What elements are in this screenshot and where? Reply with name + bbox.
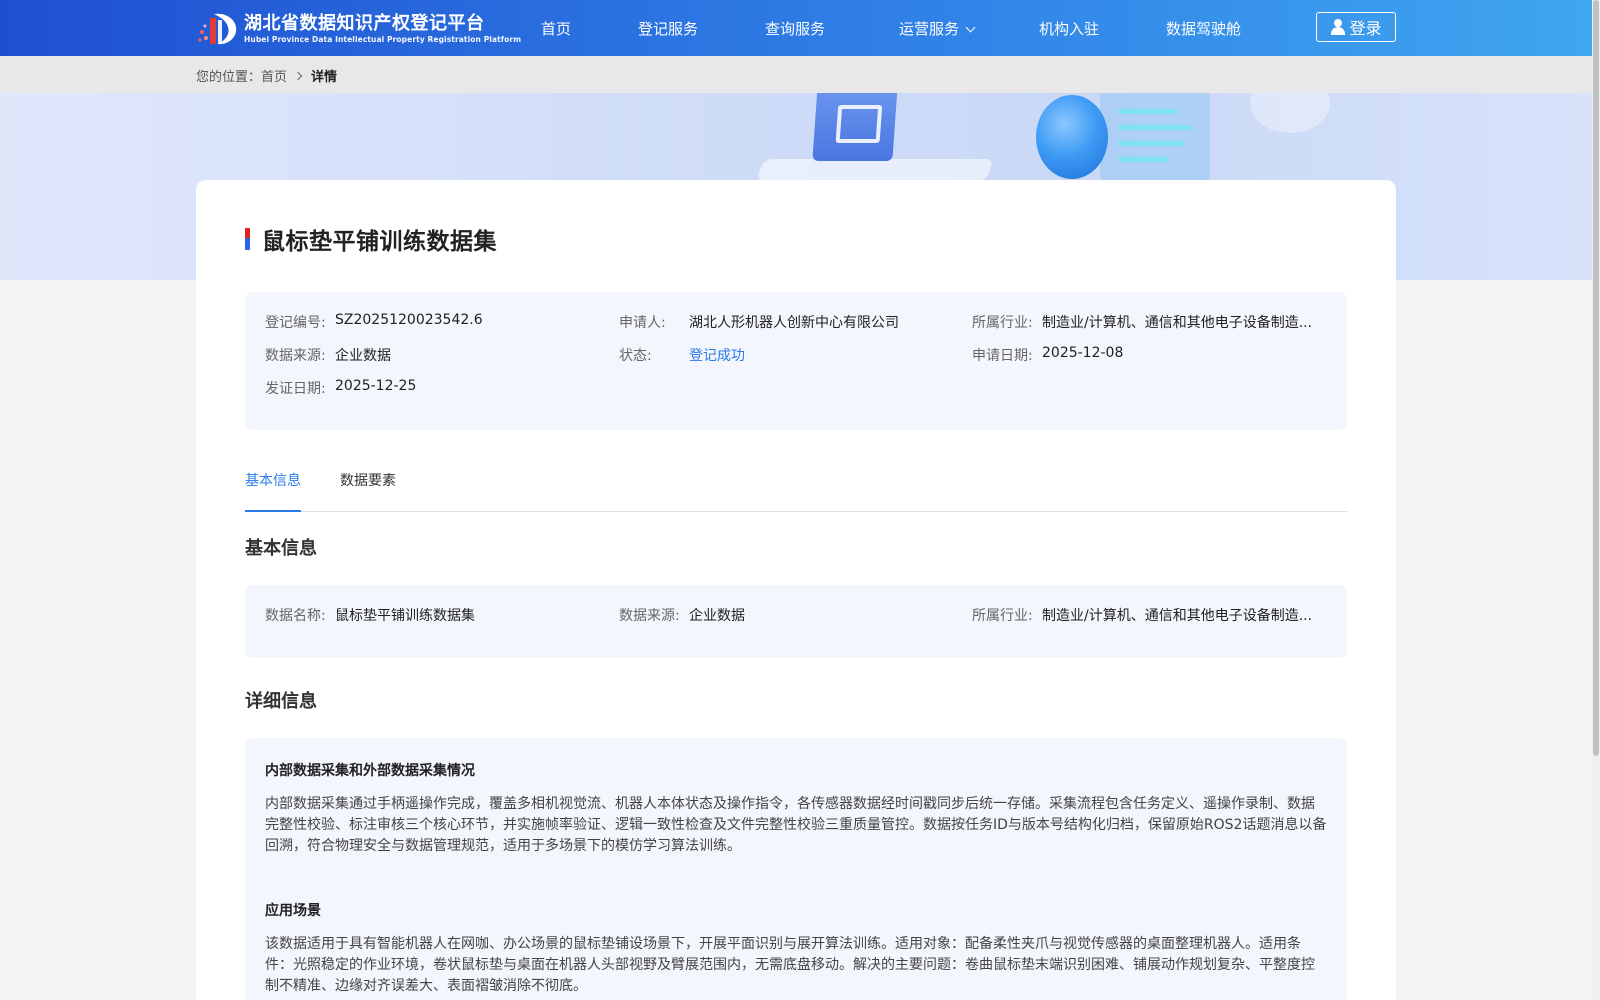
collection-paragraph: 内部数据采集通过手柄遥操作完成，覆盖多相机视觉流、机器人本体状态及操作指令，各传…: [265, 796, 1327, 854]
detail-tabs: 基本信息 数据要素: [245, 470, 1347, 512]
basic-source-field: 数据来源: 企业数据: [619, 605, 745, 625]
data-name-value: 鼠标垫平铺训练数据集: [335, 608, 475, 624]
basic-industry-field: 所属行业: 制造业/计算机、通信和其他电子设备制造...: [972, 605, 1314, 625]
data-name-field: 数据名称: 鼠标垫平铺训练数据集: [265, 605, 475, 625]
source-label: 数据来源:: [265, 348, 326, 364]
source-value: 企业数据: [335, 348, 391, 364]
chevron-right-icon: [293, 71, 303, 80]
applicant-value: 湖北人形机器人创新中心有限公司: [689, 315, 899, 331]
issue-date-label: 发证日期:: [265, 381, 326, 397]
reg-no-field: 登记编号: SZ2025120023542.6: [265, 312, 483, 332]
status-badge: 登记成功: [689, 348, 745, 364]
breadcrumb-current: 详情: [311, 70, 338, 85]
top-header: 湖北省数据知识产权登记平台 Hubei Province Data Intell…: [0, 0, 1592, 56]
login-button[interactable]: 登录: [1316, 12, 1396, 42]
title-row: 鼠标垫平铺训练数据集: [245, 222, 497, 256]
user-icon: [1330, 19, 1346, 35]
industry-value: 制造业/计算机、通信和其他电子设备制造...: [1042, 315, 1313, 331]
apply-date-field: 申请日期: 2025-12-08: [972, 345, 1123, 365]
banner-platform-graphic: [755, 159, 995, 181]
breadcrumb: 您的位置： 首页 详情: [196, 66, 337, 85]
scenario-paragraph: 该数据适用于具有智能机器人在网咖、办公场景的鼠标垫铺设场景下，开展平面识别与展开…: [265, 936, 1315, 994]
summary-panel: 登记编号: SZ2025120023542.6 申请人: 湖北人形机器人创新中心…: [245, 292, 1347, 430]
breadcrumb-bar: 您的位置： 首页 详情: [0, 56, 1592, 93]
scenario-heading: 应用场景: [265, 903, 321, 919]
page-title: 鼠标垫平铺训练数据集: [262, 229, 497, 255]
chevron-down-icon: [965, 22, 976, 33]
basic-info-panel: 数据名称: 鼠标垫平铺训练数据集 数据来源: 企业数据 所属行业: 制造业/计算…: [245, 585, 1347, 658]
nav-operation-service-label: 运营服务: [899, 20, 960, 38]
logo-title-en: Hubei Province Data Intellectual Propert…: [244, 35, 522, 44]
apply-date-value: 2025-12-08: [1042, 345, 1124, 361]
apply-date-label: 申请日期:: [972, 348, 1033, 364]
basic-industry-label: 所属行业:: [972, 608, 1033, 624]
industry-field: 所属行业: 制造业/计算机、通信和其他电子设备制造...: [972, 312, 1314, 332]
page-scrollbar[interactable]: [1592, 0, 1600, 1000]
industry-label: 所属行业:: [972, 315, 1033, 331]
nav-registration-service[interactable]: 登记服务: [638, 18, 698, 39]
collection-heading: 内部数据采集和外部数据采集情况: [265, 763, 475, 779]
applicant-field: 申请人: 湖北人形机器人创新中心有限公司: [619, 312, 899, 332]
title-marker-icon: [245, 228, 250, 250]
logo-text: 湖北省数据知识产权登记平台 Hubei Province Data Intell…: [244, 13, 521, 45]
logo-title-cn: 湖北省数据知识产权登记平台: [244, 13, 485, 34]
login-label: 登录: [1349, 19, 1382, 38]
breadcrumb-prefix: 您的位置：: [196, 70, 262, 85]
detailed-info-heading: 详细信息: [245, 691, 317, 712]
basic-source-value: 企业数据: [689, 608, 745, 624]
banner-glow-graphic: [1250, 93, 1330, 133]
banner-document-graphic: [1100, 93, 1210, 181]
scrollbar-thumb[interactable]: [1593, 0, 1599, 756]
nav-query-service[interactable]: 查询服务: [765, 18, 825, 39]
detail-card: 鼠标垫平铺训练数据集 登记编号: SZ2025120023542.6 申请人: …: [196, 180, 1396, 1000]
breadcrumb-home-link[interactable]: 首页: [261, 66, 287, 85]
nav-data-cockpit[interactable]: 数据驾驶舱: [1166, 18, 1241, 39]
logo-emblem-icon: [196, 10, 242, 48]
source-field: 数据来源: 企业数据: [265, 345, 391, 365]
tab-data-elements[interactable]: 数据要素: [340, 470, 396, 512]
nav-institution-join[interactable]: 机构入驻: [1039, 18, 1099, 39]
data-name-label: 数据名称:: [265, 608, 326, 624]
reg-no-value: SZ2025120023542.6: [335, 312, 483, 328]
basic-industry-value: 制造业/计算机、通信和其他电子设备制造...: [1042, 608, 1313, 624]
image-icon: [812, 93, 898, 161]
issue-date-value: 2025-12-25: [335, 378, 417, 394]
platform-logo[interactable]: 湖北省数据知识产权登记平台 Hubei Province Data Intell…: [196, 10, 521, 48]
basic-info-heading: 基本信息: [245, 538, 317, 559]
tab-basic-info[interactable]: 基本信息: [245, 470, 301, 512]
basic-source-label: 数据来源:: [619, 608, 680, 624]
banner-sphere-graphic: [1036, 95, 1108, 179]
status-label: 状态:: [619, 348, 652, 364]
nav-home[interactable]: 首页: [541, 18, 571, 39]
applicant-label: 申请人:: [619, 315, 666, 331]
issue-date-field: 发证日期: 2025-12-25: [265, 378, 416, 398]
detailed-info-panel: 内部数据采集和外部数据采集情况 内部数据采集通过手柄遥操作完成，覆盖多相机视觉流…: [245, 738, 1347, 1000]
status-field: 状态: 登记成功: [619, 345, 745, 365]
reg-no-label: 登记编号:: [265, 315, 326, 331]
nav-operation-service[interactable]: 运营服务: [899, 18, 976, 39]
